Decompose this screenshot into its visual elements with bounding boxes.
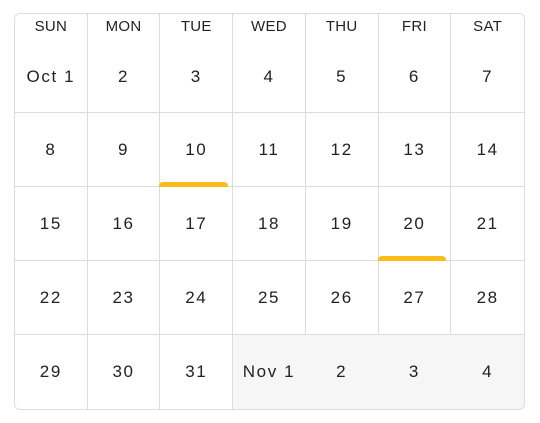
day-cell[interactable]: 17 (160, 187, 234, 261)
day-number: 3 (190, 67, 202, 86)
day-number: 4 (263, 67, 275, 86)
day-cell[interactable]: 15 (15, 187, 88, 261)
day-cell[interactable]: 25 (233, 261, 306, 335)
day-cell[interactable]: SAT 7 (451, 14, 524, 113)
day-cell-next-month[interactable]: 4 (451, 335, 524, 409)
day-number: 19 (330, 214, 353, 233)
day-cell[interactable]: WED 4 (233, 14, 306, 113)
day-number: Oct 1 (26, 67, 76, 86)
day-number: 8 (45, 140, 57, 159)
day-cell[interactable]: SUN Oct 1 (15, 14, 88, 113)
weekday-header: SUN (34, 18, 68, 35)
day-cell-next-month[interactable]: 3 (378, 335, 452, 409)
day-number: 17 (185, 214, 208, 233)
day-cell[interactable]: 8 (15, 113, 88, 187)
day-number: 29 (39, 362, 62, 381)
day-number: 28 (476, 288, 499, 307)
day-number: 11 (258, 140, 280, 159)
day-number: 12 (330, 140, 353, 159)
weekday-header: TUE (180, 18, 212, 35)
day-cell[interactable]: 22 (15, 261, 88, 335)
day-cell[interactable]: TUE 3 (160, 14, 234, 113)
day-number: 18 (257, 214, 281, 233)
day-cell[interactable]: 18 (233, 187, 306, 261)
day-cell[interactable]: 23 (87, 261, 161, 335)
day-number: 4 (482, 362, 494, 381)
weekday-header: SAT (473, 18, 503, 35)
day-number: 25 (257, 288, 281, 307)
day-number: 30 (112, 362, 135, 381)
day-cell[interactable]: 19 (305, 187, 379, 261)
day-cell-next-month[interactable]: Nov 1 (233, 335, 306, 409)
day-number: 20 (403, 214, 426, 233)
day-cell[interactable]: 10 (159, 113, 234, 190)
day-cell[interactable]: 27 (378, 261, 452, 335)
day-number: 3 (408, 362, 420, 381)
day-number: 6 (408, 67, 420, 86)
day-cell-next-month[interactable]: 2 (305, 335, 379, 409)
day-cell[interactable]: 21 (451, 187, 524, 261)
day-cell[interactable]: 29 (15, 335, 88, 409)
day-number: 10 (185, 140, 208, 159)
day-number: 5 (336, 67, 348, 86)
weekday-header: FRI (401, 18, 427, 35)
day-cell[interactable]: 31 (160, 335, 234, 409)
day-number: 15 (39, 214, 62, 233)
day-number: 21 (476, 214, 499, 233)
weekday-header: WED (251, 18, 287, 35)
day-number: 24 (185, 288, 208, 307)
day-cell[interactable]: 12 (305, 113, 379, 187)
day-number: 22 (39, 288, 62, 307)
day-cell[interactable]: 13 (378, 113, 452, 187)
day-number: 26 (330, 288, 353, 307)
day-number: 31 (185, 362, 208, 381)
day-number: 13 (403, 140, 426, 159)
day-cell[interactable]: 9 (87, 113, 161, 187)
day-cell[interactable]: 16 (87, 187, 161, 261)
day-number: 27 (403, 288, 426, 307)
day-cell[interactable]: 30 (87, 335, 161, 409)
day-number: 7 (482, 67, 494, 86)
day-number: 16 (112, 214, 135, 233)
day-cell[interactable]: 26 (305, 261, 379, 335)
day-cell[interactable]: FRI 6 (378, 14, 452, 113)
day-number: 9 (118, 140, 130, 159)
day-number: 2 (118, 67, 130, 86)
day-cell[interactable]: THU 5 (305, 14, 379, 113)
day-cell[interactable]: 14 (451, 113, 524, 187)
day-cell[interactable]: 28 (451, 261, 524, 335)
day-number: 23 (112, 288, 135, 307)
month-calendar: SUN Oct 1 MON 2 TUE 3 WED 4 THU 5 FRI 6 … (14, 13, 525, 410)
day-cell[interactable]: 11 (233, 113, 306, 187)
weekday-header: MON (105, 18, 142, 35)
day-number: 2 (336, 362, 348, 381)
weekday-header: THU (325, 18, 358, 35)
day-cell[interactable]: 24 (160, 261, 234, 335)
day-number: 14 (476, 140, 499, 159)
day-number: Nov 1 (242, 362, 296, 381)
day-cell[interactable]: MON 2 (87, 14, 161, 113)
day-cell[interactable]: 20 (377, 187, 452, 264)
